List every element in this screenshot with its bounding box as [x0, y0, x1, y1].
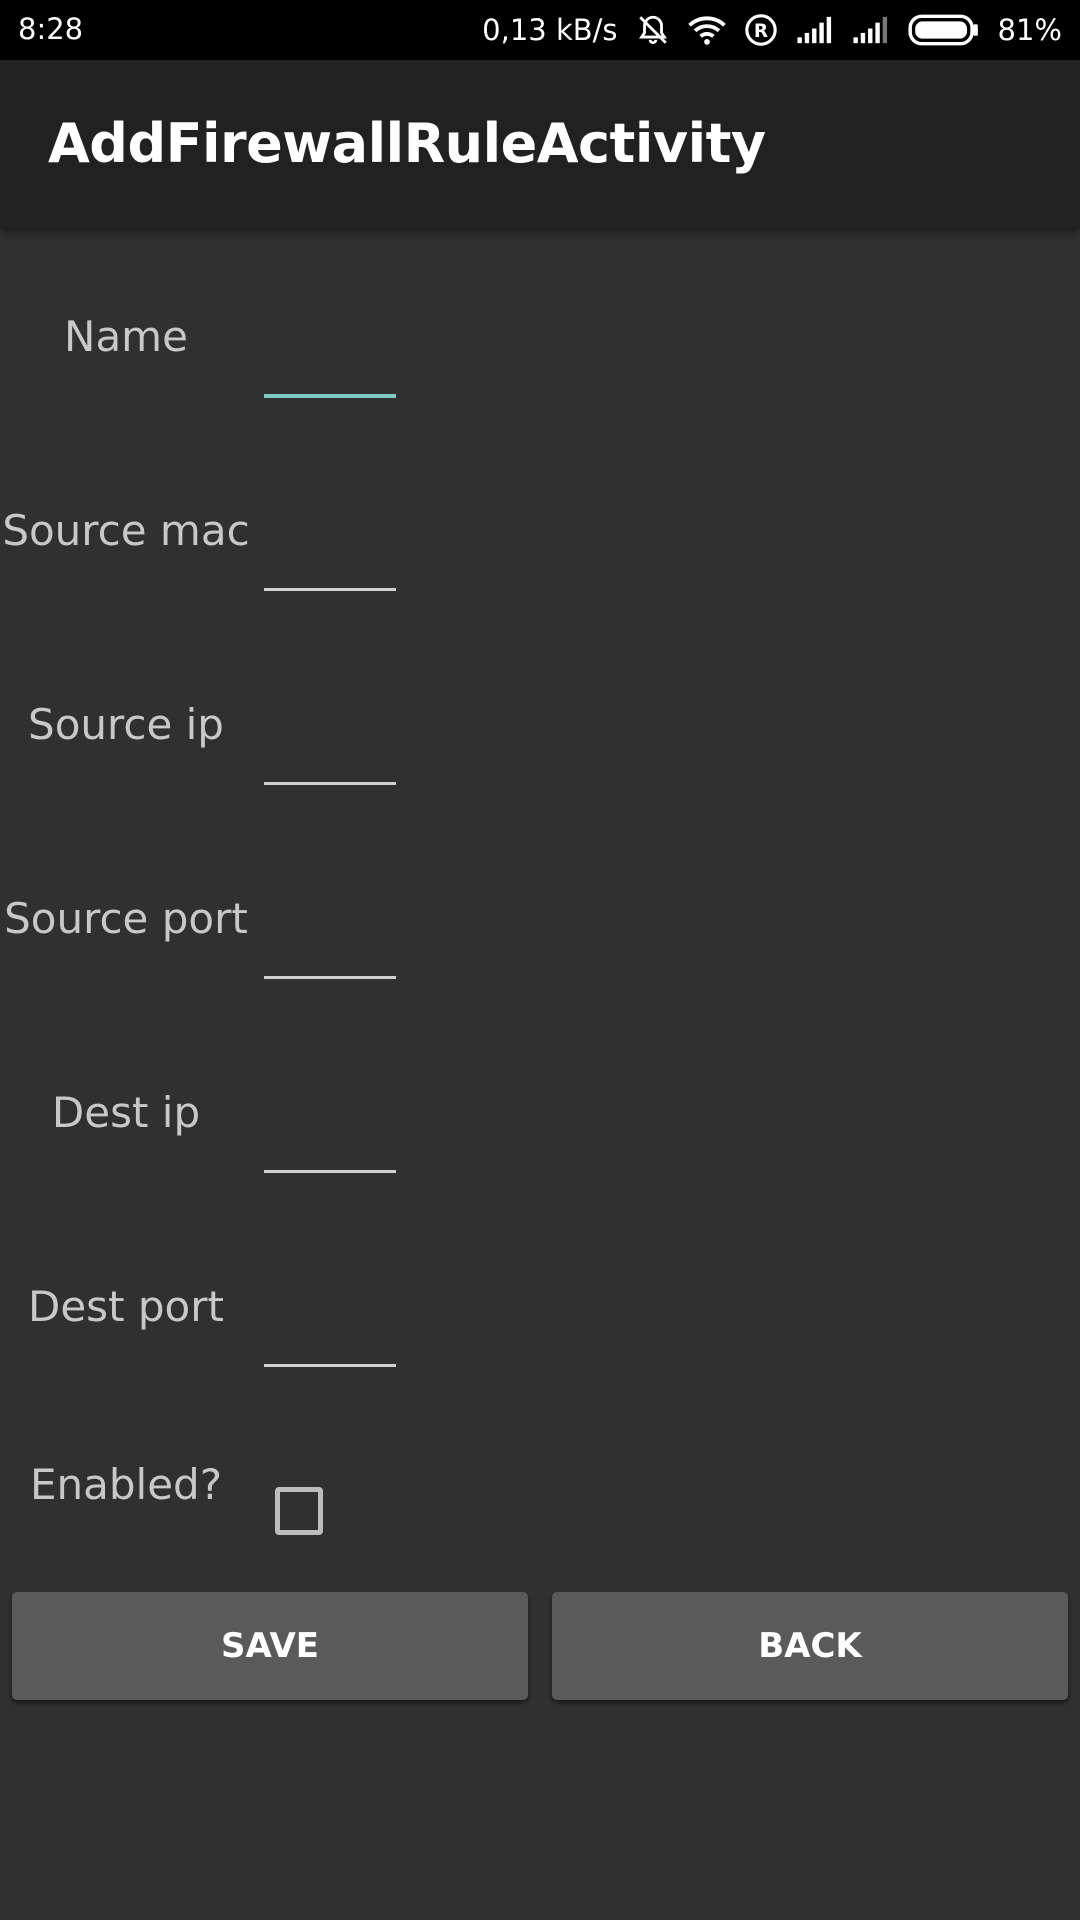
form-row-source-mac: Source mac	[0, 464, 1080, 658]
save-button[interactable]: SAVE	[12, 1592, 528, 1700]
source-mac-input[interactable]	[264, 524, 396, 591]
svg-text:R: R	[753, 21, 767, 42]
dest-ip-label: Dest ip	[51, 1088, 201, 1137]
back-button[interactable]: BACK	[552, 1592, 1068, 1700]
form-row-dest-port: Dest port	[0, 1240, 1080, 1434]
enabled-checkbox[interactable]	[275, 1487, 323, 1535]
source-ip-input[interactable]	[264, 718, 396, 785]
battery-percent: 81%	[997, 13, 1062, 47]
status-bar: 8:28 0,13 kB/s R 81%	[0, 0, 1080, 60]
enabled-label: Enabled?	[29, 1460, 222, 1509]
source-port-input[interactable]	[264, 912, 396, 979]
screen: 8:28 0,13 kB/s R 81% AddFirewallRuleActi…	[0, 0, 1080, 1920]
form-row-source-ip: Source ip	[0, 658, 1080, 852]
page-title: AddFirewallRuleActivity	[48, 112, 766, 175]
signal-icon	[796, 15, 834, 45]
form-row-dest-ip: Dest ip	[0, 1046, 1080, 1240]
source-port-label: Source port	[4, 894, 248, 943]
battery-icon	[907, 14, 980, 46]
source-mac-label: Source mac	[2, 506, 250, 555]
roaming-icon: R	[744, 13, 778, 47]
name-label: Name	[64, 312, 188, 361]
mute-icon	[636, 13, 670, 47]
dest-port-label: Dest port	[28, 1282, 224, 1331]
source-ip-label: Source ip	[28, 700, 224, 749]
signal-icon-2	[852, 15, 890, 45]
network-speed: 0,13 kB/s	[482, 13, 618, 47]
status-icons: 0,13 kB/s R 81%	[482, 0, 1062, 60]
form-row-name: Name	[0, 270, 1080, 464]
wifi-icon	[687, 13, 726, 47]
status-time: 8:28	[18, 12, 84, 46]
app-bar: AddFirewallRuleActivity	[0, 60, 1080, 228]
name-input[interactable]	[264, 330, 396, 398]
dest-ip-input[interactable]	[264, 1106, 396, 1173]
form-row-source-port: Source port	[0, 852, 1080, 1046]
dest-port-input[interactable]	[264, 1300, 396, 1367]
